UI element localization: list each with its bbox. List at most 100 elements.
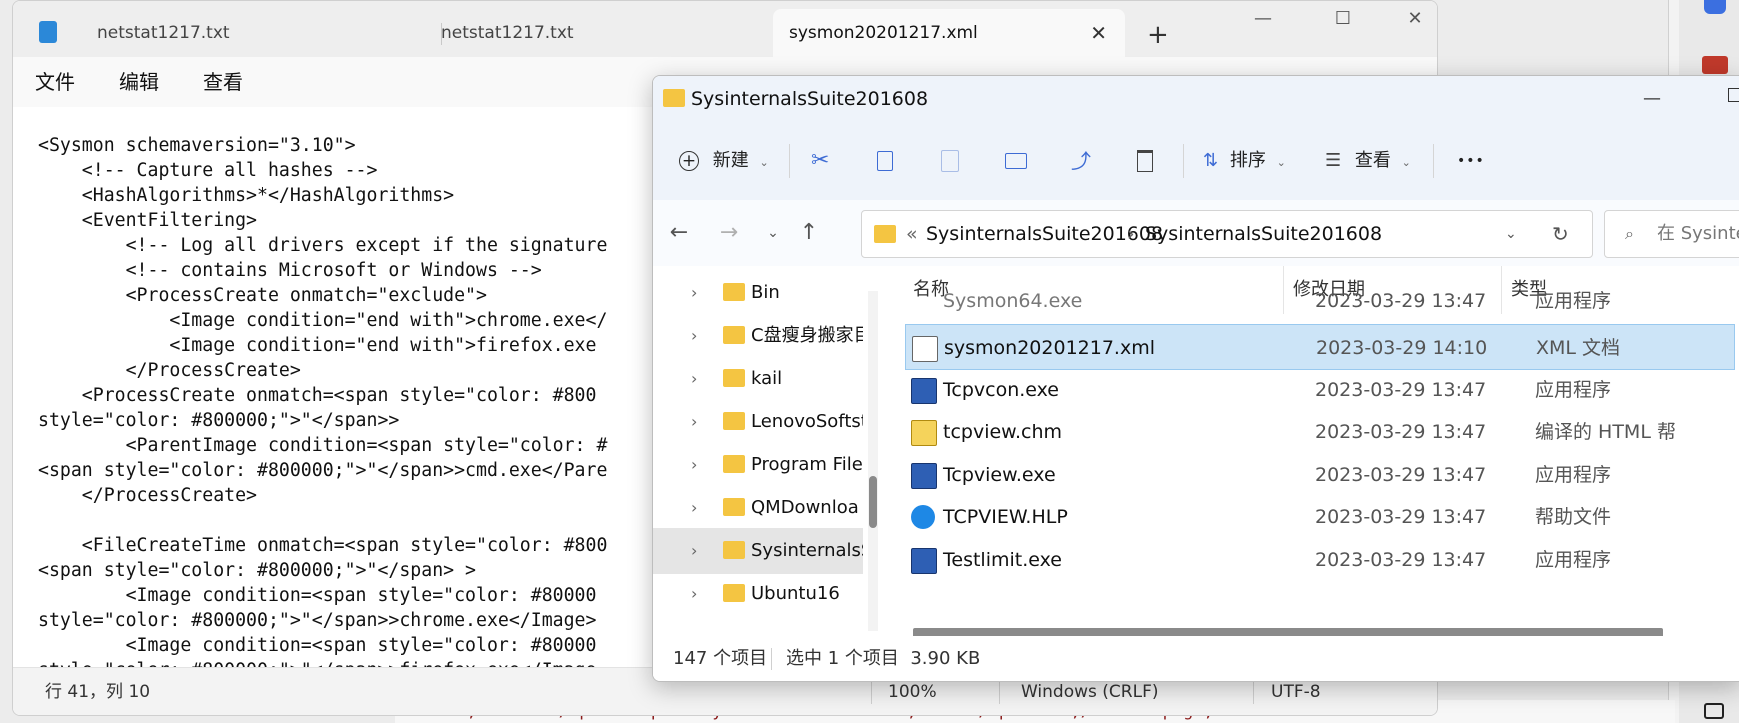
nav-scrollbar-track[interactable] bbox=[868, 291, 878, 631]
close-tab-icon[interactable]: ✕ bbox=[1090, 9, 1107, 57]
sort-arrows-icon: ⇅ bbox=[1203, 150, 1219, 171]
address-bar[interactable]: « SysinternalsSuite201608 › Sysinternals… bbox=[861, 210, 1593, 258]
chevron-right-icon[interactable]: › bbox=[691, 442, 697, 488]
file-type: 应用程序 bbox=[1535, 548, 1612, 571]
file-row[interactable]: sysmon20201217.xml 2023-03-29 14:10 XML 文档 bbox=[905, 324, 1735, 370]
file-row[interactable]: tcpview.chm 2023-03-29 13:47 编译的 HTML 帮 bbox=[905, 409, 1735, 455]
xml-file-icon bbox=[912, 336, 938, 362]
file-list: 名称 ^ 修改日期 类型 Sysmon64.exe 2023-03-29 13:… bbox=[893, 266, 1739, 636]
folder-icon bbox=[723, 326, 745, 344]
folder-icon bbox=[723, 584, 745, 602]
file-type: 应用程序 bbox=[1535, 463, 1612, 486]
chm-help-icon bbox=[911, 420, 937, 446]
file-date: 2023-03-29 13:47 bbox=[1315, 506, 1487, 528]
file-row[interactable]: Testlimit.exe 2023-03-29 13:47 应用程序 bbox=[905, 537, 1735, 583]
explorer-status-bar: 147 个项目 选中 1 个项目 3.90 KB bbox=[653, 636, 1739, 681]
folder-icon bbox=[723, 498, 745, 516]
rename-icon[interactable] bbox=[1005, 122, 1027, 200]
menu-file[interactable]: 文件 bbox=[35, 57, 75, 107]
forward-arrow-icon[interactable]: → bbox=[711, 200, 747, 266]
chevron-down-icon: ⌄ bbox=[1401, 156, 1411, 169]
folder-icon bbox=[663, 89, 685, 107]
chevron-right-icon[interactable]: › bbox=[691, 356, 697, 402]
app-exe-icon bbox=[911, 377, 937, 404]
sidebar-item-folder[interactable]: › kail bbox=[653, 356, 863, 402]
delete-icon[interactable] bbox=[1137, 122, 1153, 200]
search-input[interactable]: ⌕ 在 Sysinte bbox=[1604, 210, 1739, 258]
menu-view[interactable]: 查看 bbox=[203, 57, 243, 107]
sidebar-item-label: kail bbox=[751, 368, 783, 389]
breadcrumb-2[interactable]: SysinternalsSuite201608 bbox=[1145, 211, 1382, 257]
notepad-app-icon bbox=[39, 21, 57, 43]
maximize-icon[interactable]: ☐ bbox=[1311, 1, 1375, 37]
chevron-right-icon[interactable]: › bbox=[691, 399, 697, 445]
file-name: Tcpvcon.exe bbox=[943, 378, 1059, 401]
file-date: 2023-03-29 14:10 bbox=[1316, 337, 1488, 359]
new-button[interactable]: + 新建 ⌄ bbox=[679, 122, 769, 200]
back-arrow-icon[interactable]: ← bbox=[661, 200, 697, 266]
cut-icon[interactable]: ✂ bbox=[811, 122, 829, 200]
chevron-right-icon[interactable]: › bbox=[691, 571, 697, 617]
sidebar-item-folder[interactable]: › C盘瘦身搬家目 bbox=[653, 313, 863, 359]
window-title: SysinternalsSuite201608 bbox=[691, 88, 929, 110]
folder-icon bbox=[723, 369, 745, 387]
file-date: 2023-03-29 13:47 bbox=[1315, 378, 1487, 401]
view-button[interactable]: ☰ 查看 ⌄ bbox=[1325, 122, 1411, 200]
chevron-right-icon[interactable]: › bbox=[691, 313, 697, 359]
file-date: 2023-03-29 13:47 bbox=[1315, 548, 1487, 571]
sidebar-item-label: Bin bbox=[751, 282, 780, 303]
folder-icon bbox=[723, 455, 745, 473]
share-icon[interactable]: ⤴ bbox=[1071, 122, 1091, 200]
new-tab-button[interactable]: + bbox=[1147, 17, 1169, 53]
address-dropdown-icon[interactable]: ⌄ bbox=[1505, 211, 1517, 257]
sidebar-item-folder[interactable]: › SysinternalsS bbox=[653, 528, 863, 574]
close-icon[interactable]: ✕ bbox=[1383, 1, 1437, 37]
maximize-icon[interactable] bbox=[1728, 88, 1739, 102]
sidebar-item-label: QMDownloa bbox=[751, 497, 859, 518]
chevron-right-icon[interactable]: › bbox=[691, 528, 697, 574]
chevron-down-icon: ⌄ bbox=[759, 156, 769, 169]
file-date: 2023-03-29 13:47 bbox=[1315, 421, 1487, 443]
minimize-icon[interactable]: — bbox=[1643, 76, 1661, 122]
file-type: XML 文档 bbox=[1536, 337, 1621, 359]
cursor-position: 行 41，列 10 bbox=[45, 682, 151, 702]
sort-button[interactable]: ⇅ 排序 ⌄ bbox=[1203, 122, 1286, 200]
refresh-icon[interactable]: ↻ bbox=[1552, 211, 1569, 257]
search-icon: ⌕ bbox=[1625, 224, 1634, 243]
file-row[interactable]: Tcpvcon.exe 2023-03-29 13:47 应用程序 bbox=[905, 367, 1735, 413]
up-arrow-icon[interactable]: ↑ bbox=[791, 200, 827, 266]
sidebar-item-folder[interactable]: › Ubuntu16 bbox=[653, 571, 863, 617]
file-explorer-window: SysinternalsSuite201608 — + 新建 ⌄ ✂ ⤴ ⇅ 排… bbox=[652, 75, 1739, 682]
list-view-icon: ☰ bbox=[1325, 150, 1342, 171]
sidebar-item-folder[interactable]: › Bin bbox=[653, 270, 863, 316]
nav-scrollbar-thumb[interactable] bbox=[869, 476, 877, 528]
file-row-partial[interactable]: Sysmon64.exe 2023-03-29 13:47 应用程序 bbox=[905, 290, 1735, 312]
sidebar-item-label: SysinternalsS bbox=[751, 540, 863, 561]
sort-up-icon: ^ bbox=[1088, 266, 1100, 276]
file-name: TCPVIEW.HLP bbox=[943, 506, 1068, 528]
recent-chevron-icon[interactable]: ⌄ bbox=[755, 200, 791, 266]
tab-sysmon-xml[interactable]: sysmon20201217.xml ✕ bbox=[773, 9, 1125, 57]
item-count: 147 个项目 bbox=[673, 648, 768, 669]
menu-edit[interactable]: 编辑 bbox=[119, 57, 159, 107]
copy-icon[interactable] bbox=[877, 122, 893, 200]
tab-netstat-1[interactable]: netstat1217.txt bbox=[81, 9, 441, 57]
app-exe-icon bbox=[911, 547, 937, 574]
tab-netstat-2[interactable]: netstat1217.txt bbox=[425, 9, 785, 57]
sidebar-item-folder[interactable]: › QMDownloa bbox=[653, 485, 863, 531]
chevron-right-icon[interactable]: › bbox=[691, 270, 697, 316]
file-type: 编译的 HTML 帮 bbox=[1535, 421, 1676, 443]
sidebar-item-folder[interactable]: › Program File bbox=[653, 442, 863, 488]
folder-icon bbox=[723, 412, 745, 430]
paste-icon[interactable] bbox=[941, 122, 959, 200]
file-name: sysmon20201217.xml bbox=[944, 337, 1155, 359]
hlp-help-icon bbox=[911, 505, 935, 529]
sidebar-item-folder[interactable]: › LenovoSoftst bbox=[653, 399, 863, 445]
app-icon-blue bbox=[1704, 0, 1726, 14]
minimize-icon[interactable]: — bbox=[1231, 1, 1295, 37]
file-row[interactable]: TCPVIEW.HLP 2023-03-29 13:47 帮助文件 bbox=[905, 494, 1735, 540]
more-options-icon[interactable]: ••• bbox=[1457, 122, 1485, 200]
file-row[interactable]: Tcpview.exe 2023-03-29 13:47 应用程序 bbox=[905, 452, 1735, 498]
navigation-pane: › Bin › C盘瘦身搬家目 › kail › LenovoSoftst › Program F… bbox=[653, 266, 873, 636]
chevron-right-icon[interactable]: › bbox=[691, 485, 697, 531]
